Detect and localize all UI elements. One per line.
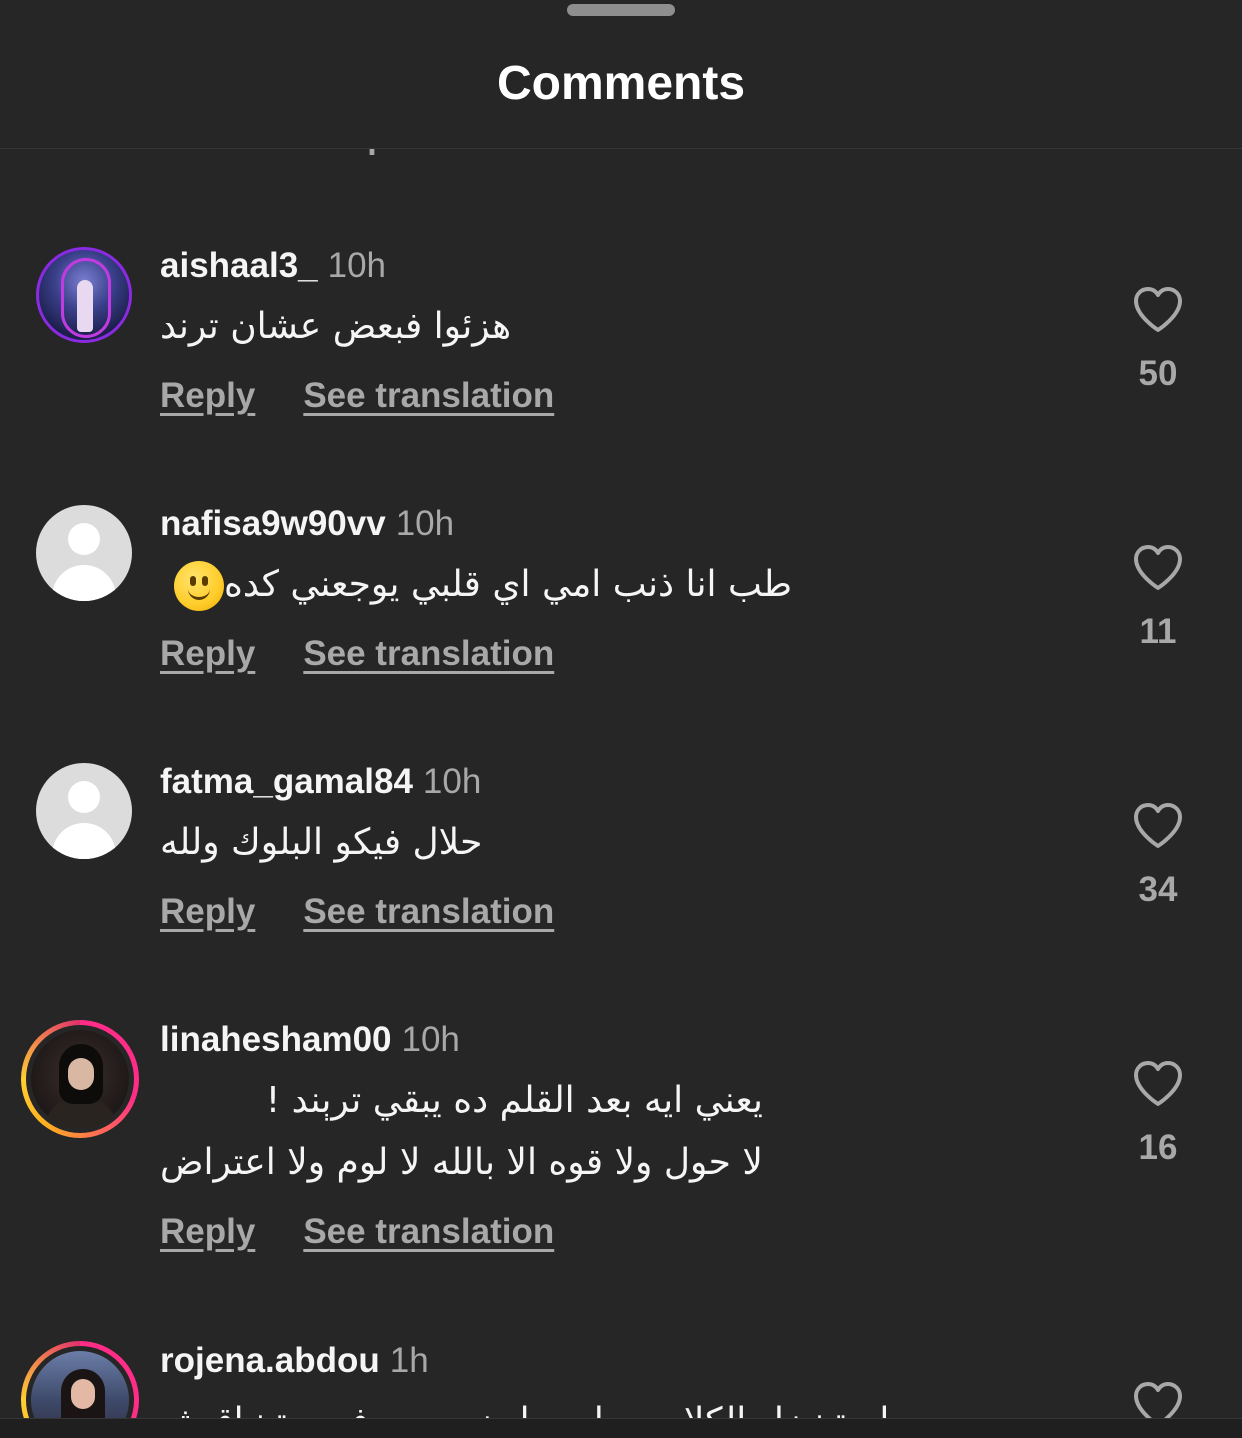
- comment-text: يعني ايه بعد القلم ده يبقي ترېند ! لا حو…: [160, 1070, 763, 1194]
- comment-username[interactable]: aishaal3_: [160, 246, 318, 285]
- like-control: 34: [1120, 802, 1196, 910]
- avatar: [31, 1030, 129, 1128]
- avatar[interactable]: [36, 763, 132, 859]
- comment-text: حـرام تـنـزل الكلام ده ليه يـا ضـيـعـوه …: [160, 1391, 942, 1418]
- heart-icon[interactable]: [1132, 1060, 1184, 1108]
- comment-username[interactable]: linahesham00: [160, 1020, 392, 1059]
- comment-text-line: طب انا ذنب امي اي قلبي يوجعني كده: [160, 554, 792, 616]
- bottom-bar: [0, 1418, 1242, 1438]
- comment-text: حلال فيكو البلوك ولله: [160, 812, 482, 874]
- see-translation-button[interactable]: See translation: [303, 1212, 554, 1251]
- page-title: Comments: [496, 57, 746, 110]
- comment-time: 10h: [401, 1020, 460, 1059]
- comment-time: 10h: [395, 504, 455, 543]
- comment-username[interactable]: fatma_gamal84: [160, 762, 413, 801]
- like-control: 50: [1120, 286, 1196, 394]
- slightly-smiling-face-icon: [174, 561, 224, 611]
- default-avatar-head: [68, 523, 100, 555]
- avatar-figure: [77, 280, 93, 332]
- comment-text: طب انا ذنب امي اي قلبي يوجعني كده: [160, 554, 792, 616]
- comment-text: هزئوا فبعض عشان ترند: [160, 296, 511, 358]
- avatar-story-ring[interactable]: [21, 1020, 139, 1138]
- like-count: 11: [1139, 612, 1177, 651]
- like-count: 34: [1138, 870, 1178, 909]
- comment-header: fatma_gamal84 10h: [160, 762, 481, 802]
- comment-header: linahesham00 10h: [160, 1020, 460, 1060]
- sheet-header: Comments: [0, 0, 1242, 149]
- heart-icon[interactable]: [1132, 802, 1184, 850]
- heart-icon[interactable]: [1132, 544, 1184, 592]
- comment-text-line: حـرام تـنـزل الكلام ده ليه يـا ضـيـعـوه …: [160, 1391, 942, 1418]
- comment-text-line: هزئوا فبعض عشان ترند: [160, 306, 512, 347]
- comment-header: aishaal3_ 10h: [160, 246, 386, 286]
- comment-time: 1h: [389, 1341, 429, 1380]
- comment-header: nafisa9w90vv 10h: [160, 504, 454, 544]
- comment-text-content: طب انا ذنب امي اي قلبي يوجعني كده: [224, 564, 792, 605]
- see-translation-button[interactable]: See translation: [303, 634, 554, 673]
- default-avatar-head: [68, 781, 100, 813]
- comment-username[interactable]: rojena.abdou: [160, 1341, 380, 1380]
- like-control: [1120, 1381, 1196, 1418]
- heart-icon[interactable]: [1132, 286, 1184, 334]
- avatar[interactable]: [36, 247, 132, 343]
- reply-button[interactable]: Reply: [160, 634, 255, 673]
- avatar[interactable]: [36, 505, 132, 601]
- drag-handle[interactable]: [567, 4, 675, 16]
- comment-time: 10h: [422, 762, 482, 801]
- comment-username[interactable]: nafisa9w90vv: [160, 504, 386, 543]
- heart-icon[interactable]: [1132, 1381, 1184, 1418]
- see-translation-button[interactable]: See translation: [303, 892, 554, 931]
- like-count: 50: [1138, 354, 1178, 393]
- like-control: 16: [1120, 1060, 1196, 1168]
- comment-actions: Reply See translation: [160, 1212, 554, 1252]
- see-translation-button[interactable]: See translation: [303, 376, 554, 415]
- reply-button[interactable]: Reply: [160, 1212, 255, 1251]
- default-avatar-body: [52, 823, 116, 859]
- comment-time: 10h: [327, 246, 387, 285]
- avatar-story-ring[interactable]: [21, 1341, 139, 1418]
- comments-list[interactable]: Hide replies aishaal3_10h هزئوا فبعض عشا…: [0, 0, 1242, 1418]
- comment-actions: Reply See translation: [160, 634, 554, 674]
- comment-text-line: حلال فيكو البلوك ولله: [160, 822, 483, 863]
- comment-text-line: لا حول ولا قوه الا بالله لا لوم ولا اعتر…: [160, 1142, 763, 1183]
- comment-actions: Reply See translation: [160, 892, 554, 932]
- reply-button[interactable]: Reply: [160, 376, 255, 415]
- comment-actions: Reply See translation: [160, 376, 554, 416]
- comments-sheet: Hide replies aishaal3_10h هزئوا فبعض عشا…: [0, 0, 1242, 1438]
- comment-header: rojena.abdou 1h: [160, 1341, 429, 1381]
- like-control: 11: [1120, 544, 1196, 652]
- reply-button[interactable]: Reply: [160, 892, 255, 931]
- comment-text-line: يعني ايه بعد القلم ده يبقي ترېند !: [265, 1080, 763, 1121]
- default-avatar-body: [52, 565, 116, 601]
- like-count: 16: [1138, 1128, 1178, 1167]
